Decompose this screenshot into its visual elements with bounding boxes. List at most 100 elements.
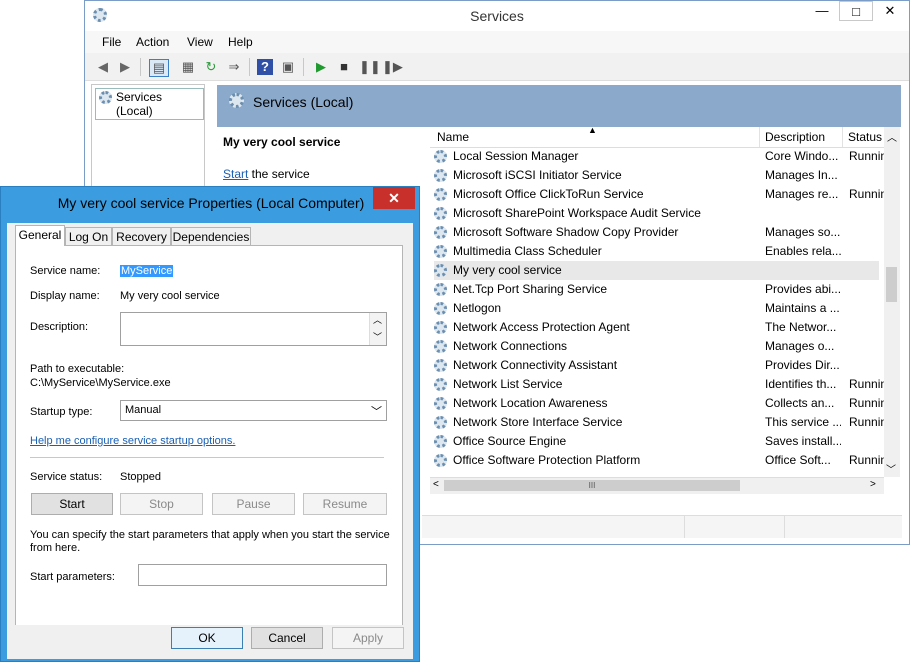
help-icon[interactable]: ? — [257, 59, 273, 75]
service-name-cell: Microsoft Software Shadow Copy Provider — [453, 225, 679, 239]
table-row[interactable]: Microsoft iSCSI Initiator Service Manages… — [434, 166, 879, 185]
pause-button[interactable]: Pause — [212, 493, 295, 515]
properties-dialog: My very cool service Properties (Local C… — [0, 186, 420, 662]
table-row[interactable]: Microsoft Software Shadow Copy Provider M… — [434, 223, 879, 242]
scroll-down-icon[interactable]: ﹀ — [373, 330, 382, 343]
menu-view[interactable]: View — [187, 35, 213, 49]
tab-general[interactable]: General — [15, 225, 65, 246]
table-row[interactable]: Network Connectivity Assistant Provides D… — [434, 356, 879, 375]
tree-item-label: Services (Local) — [116, 90, 163, 118]
service-name-cell: Office Source Engine — [453, 434, 567, 448]
forward-arrow-icon[interactable]: ▶ — [117, 59, 133, 75]
restart-icon[interactable]: ❚▶ — [382, 59, 403, 75]
description-label: Description: — [30, 321, 89, 333]
tab-recovery[interactable]: Recovery — [112, 227, 171, 245]
scroll-up-icon[interactable]: ︿ — [373, 313, 382, 326]
horizontal-scrollbar[interactable]: < III > — [430, 477, 884, 494]
service-gear-icon — [434, 207, 447, 220]
vertical-scroll-thumb[interactable] — [886, 267, 897, 302]
column-divider[interactable] — [759, 127, 760, 147]
service-name-value[interactable]: MyService — [120, 265, 174, 277]
path-value[interactable]: C:\MyService\MyService.exe — [30, 377, 171, 389]
service-name-cell: Office Software Protection Platform — [453, 453, 641, 467]
service-gear-icon — [434, 435, 447, 448]
scroll-up-icon[interactable]: ︿ — [887, 129, 897, 144]
startup-type-select[interactable]: Manual ﹀ — [120, 400, 387, 421]
action-pane-icon[interactable]: ▣ — [280, 59, 296, 75]
column-header: Name ▲ Description Status — [430, 125, 900, 148]
table-row[interactable]: Network Location Awareness Collects an...… — [434, 394, 887, 413]
service-status-cell: Runnin — [849, 415, 887, 429]
tab-dependencies[interactable]: Dependencies — [171, 227, 251, 245]
service-name-cell: Network Store Interface Service — [453, 415, 623, 429]
display-name-value[interactable]: My very cool service — [120, 290, 220, 302]
help-configure-link[interactable]: Help me configure service startup option… — [30, 435, 235, 447]
column-status[interactable]: Status — [848, 130, 882, 144]
status-divider — [684, 516, 685, 538]
table-row[interactable]: Network Connections Manages o... — [434, 337, 879, 356]
description-field[interactable]: ︿ ﹀ — [120, 312, 387, 346]
dialog-close-button[interactable]: ✕ — [373, 187, 415, 209]
table-row[interactable]: Netlogon Maintains a ... — [434, 299, 879, 318]
close-button[interactable]: ✕ — [873, 1, 907, 21]
table-row[interactable]: My very cool service — [434, 261, 879, 280]
table-row[interactable]: Network Access Protection Agent The Netwo… — [434, 318, 879, 337]
service-name-cell: Local Session Manager — [453, 149, 579, 163]
tree-item-services-local[interactable]: Services (Local) — [95, 88, 204, 120]
scroll-down-icon[interactable]: ﹀ — [886, 461, 896, 476]
toolbar-separator — [140, 58, 141, 76]
service-description-cell: Provides abi... — [765, 282, 841, 296]
horizontal-scroll-thumb[interactable]: III — [444, 480, 740, 491]
table-row[interactable]: Microsoft Office ClickToRun Service Manag… — [434, 185, 887, 204]
dialog-button-bar: OK Cancel Apply — [7, 625, 413, 659]
ok-button[interactable]: OK — [171, 627, 243, 649]
toolbar: ◀ ▶ ▤ ▦ ↻ ⇒ ? ▣ ▶ ■ ❚❚ ❚▶ — [85, 53, 909, 81]
menu-file[interactable]: File — [102, 35, 121, 49]
minimize-button[interactable]: — — [805, 1, 839, 21]
stop-icon[interactable]: ■ — [336, 59, 352, 75]
dialog-body: General Log On Recovery Dependencies Ser… — [7, 223, 413, 655]
tab-log-on[interactable]: Log On — [65, 227, 112, 245]
start-parameters-input[interactable] — [138, 564, 387, 586]
table-row[interactable]: Office Software Protection Platform Offic… — [434, 451, 887, 470]
start-service-link[interactable]: Start — [223, 167, 248, 181]
table-row[interactable]: Microsoft SharePoint Workspace Audit Ser… — [434, 204, 879, 223]
start-button[interactable]: Start — [31, 493, 113, 515]
service-name-cell: Multimedia Class Scheduler — [453, 244, 602, 258]
console-tree-icon[interactable]: ▤ — [149, 59, 169, 77]
column-divider[interactable] — [842, 127, 843, 147]
chevron-down-icon: ﹀ — [371, 406, 382, 418]
pause-icon[interactable]: ❚❚ — [359, 59, 381, 75]
menu-action[interactable]: Action — [136, 35, 169, 49]
resume-button[interactable]: Resume — [303, 493, 387, 515]
column-name[interactable]: Name — [437, 130, 469, 144]
scroll-left-icon[interactable]: < — [433, 479, 439, 490]
export-list-icon[interactable]: ⇒ — [226, 59, 242, 75]
table-row[interactable]: Network Store Interface Service This serv… — [434, 413, 887, 432]
table-row[interactable]: Multimedia Class Scheduler Enables rela..… — [434, 242, 879, 261]
table-row[interactable]: Network List Service Identifies th... Runn… — [434, 375, 887, 394]
description-scrollbar[interactable]: ︿ ﹀ — [369, 313, 386, 345]
service-gear-icon — [434, 188, 447, 201]
vertical-scrollbar[interactable]: ︿ ﹀ — [884, 127, 900, 477]
apply-button[interactable]: Apply — [332, 627, 404, 649]
maximize-button[interactable]: □ — [839, 1, 873, 21]
services-titlebar[interactable]: Services — □ ✕ — [85, 1, 909, 31]
stop-button[interactable]: Stop — [120, 493, 203, 515]
table-row[interactable]: Local Session Manager Core Windo... Runnin — [434, 147, 887, 166]
play-icon[interactable]: ▶ — [313, 59, 329, 75]
properties-sheet-icon[interactable]: ▦ — [180, 59, 196, 75]
column-description[interactable]: Description — [765, 130, 825, 144]
back-arrow-icon[interactable]: ◀ — [95, 59, 111, 75]
table-row[interactable]: Office Source Engine Saves install... — [434, 432, 879, 451]
service-description-cell: Collects an... — [765, 396, 835, 410]
table-row[interactable]: Net.Tcp Port Sharing Service Provides abi… — [434, 280, 879, 299]
cancel-button[interactable]: Cancel — [251, 627, 323, 649]
display-name-label: Display name: — [30, 290, 100, 302]
service-gear-icon — [434, 245, 447, 258]
service-description-cell: Manages re... — [765, 187, 839, 201]
service-name-label: Service name: — [30, 265, 101, 277]
scroll-right-icon[interactable]: > — [870, 479, 876, 490]
menu-help[interactable]: Help — [228, 35, 253, 49]
refresh-icon[interactable]: ↻ — [203, 59, 219, 75]
